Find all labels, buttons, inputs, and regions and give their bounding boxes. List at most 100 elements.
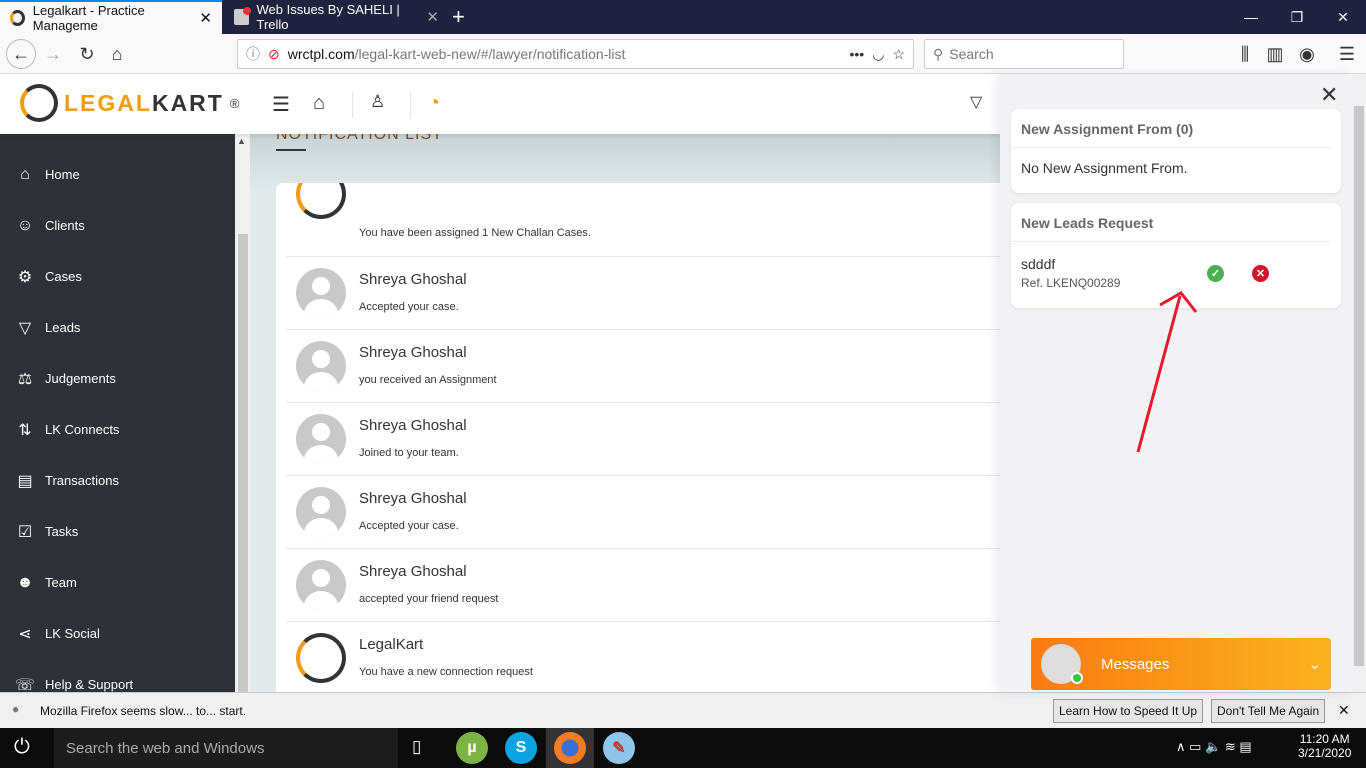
legalkart-avatar-icon bbox=[296, 183, 346, 219]
notification-sender: Shreya Ghoshal bbox=[359, 490, 467, 507]
tab-label: Legalkart - Practice Manageme bbox=[32, 3, 145, 33]
legalkart-favicon-icon bbox=[10, 10, 25, 26]
accept-lead-button[interactable]: ✓ bbox=[1207, 265, 1224, 282]
browser-search-input[interactable]: ⚲ Search bbox=[924, 39, 1124, 69]
search-icon: ⚲ bbox=[933, 45, 944, 62]
sidebar-item-leads[interactable]: ▽ Leads bbox=[0, 302, 235, 353]
learn-speed-button[interactable]: Learn How to Speed It Up bbox=[1053, 699, 1204, 723]
notification-message: You have been assigned 1 New Challan Cas… bbox=[359, 227, 591, 239]
dont-tell-again-button[interactable]: Don't Tell Me Again bbox=[1211, 699, 1326, 723]
sidebar-item-team[interactable]: ☻ Team bbox=[0, 557, 235, 608]
url-host: wrctpl.com bbox=[287, 46, 355, 62]
clock[interactable]: 11:20 AM 3/21/2020 bbox=[1298, 732, 1351, 760]
bookmark-star-icon[interactable]: ☆ bbox=[892, 46, 905, 63]
tab-legalkart[interactable]: Legalkart - Practice Manageme ✕ bbox=[0, 0, 222, 34]
sidebar-item-home[interactable]: ⌂ Home bbox=[0, 149, 235, 200]
chevron-down-icon[interactable]: ⌄ bbox=[1308, 655, 1321, 673]
sidebar-icon: ⋖ bbox=[18, 625, 32, 643]
sidebar-icon: ☻ bbox=[16, 573, 34, 591]
messages-label: Messages bbox=[1101, 655, 1170, 673]
forward-icon[interactable]: → bbox=[38, 39, 68, 69]
sidebar-item-judgements[interactable]: ⚖ Judgements bbox=[0, 353, 235, 404]
paint-icon[interactable]: ✎ bbox=[603, 732, 635, 764]
sidebar: ⌂ Home ☺ Clients ⚙ Cases ▽ Leads ⚖ Judgements ⇅ LK … bbox=[0, 134, 235, 694]
notification-panel: ✕ New Assignment From (0) No New Assignm… bbox=[1000, 74, 1352, 692]
sidebar-item-label: Judgements bbox=[45, 371, 116, 386]
sidebar-item-lk-social[interactable]: ⋖ LK Social bbox=[0, 608, 235, 659]
taskbar-search[interactable]: Search the web and Windows bbox=[54, 728, 398, 768]
sidebar-item-tasks[interactable]: ☑ Tasks bbox=[0, 506, 235, 557]
notification-item[interactable]: Shreya Ghoshal Joined to your team. bbox=[286, 403, 1000, 476]
sidebar-scrollbar[interactable]: ▲ bbox=[235, 134, 250, 692]
sidebar-icon: ⇅ bbox=[18, 421, 32, 439]
hamburger-icon[interactable]: ☰ bbox=[272, 92, 290, 117]
leads-title: New Leads Request bbox=[1011, 203, 1331, 242]
reload-icon[interactable]: ↻ bbox=[72, 39, 102, 69]
clients-icon[interactable]: ♙ bbox=[370, 92, 385, 112]
menu-icon[interactable]: ☰ bbox=[1332, 39, 1362, 69]
notification-item[interactable]: You have been assigned 1 New Challan Cas… bbox=[286, 183, 1000, 257]
window-close-icon[interactable]: ✕ bbox=[1320, 0, 1366, 34]
sidebar-icon: ⚖ bbox=[17, 370, 33, 388]
lead-ref: Ref. LKENQ00289 bbox=[1021, 276, 1121, 290]
logo-reg: ® bbox=[229, 95, 242, 111]
sidebar-icon: ⚙ bbox=[17, 268, 33, 286]
skype-icon[interactable]: S bbox=[505, 732, 537, 764]
notification-item[interactable]: Shreya Ghoshal Accepted your case. bbox=[286, 476, 1000, 549]
clock-date: 3/21/2020 bbox=[1298, 746, 1352, 760]
insecure-lock-icon: ⊘ bbox=[268, 45, 280, 62]
sidebar-item-transactions[interactable]: ▤ Transactions bbox=[0, 455, 235, 506]
page-actions-icon[interactable]: ••• bbox=[850, 46, 865, 62]
restore-icon[interactable]: ❐ bbox=[1274, 0, 1320, 34]
tray-icons[interactable]: ∧ ▭ 🔈 ≋ ▤ bbox=[1176, 739, 1252, 755]
sidebar-item-label: Clients bbox=[45, 218, 85, 233]
tab-close-icon[interactable]: ✕ bbox=[199, 9, 212, 27]
task-view-icon[interactable]: ▯ bbox=[412, 737, 421, 757]
avatar bbox=[296, 414, 346, 464]
sidebar-item-label: Help & Support bbox=[45, 677, 134, 692]
new-tab-button[interactable]: + bbox=[452, 4, 465, 30]
sidebar-icon: ☑ bbox=[17, 523, 33, 541]
notification-item[interactable]: Shreya Ghoshal accepted your friend reque… bbox=[286, 549, 1000, 622]
back-icon[interactable]: ← bbox=[6, 39, 36, 69]
minimize-icon[interactable]: — bbox=[1228, 0, 1274, 34]
account-icon[interactable]: ◉ bbox=[1292, 39, 1322, 69]
page-scrollbar[interactable] bbox=[1352, 74, 1366, 692]
info-icon[interactable]: ⓘ bbox=[246, 44, 260, 64]
sidebar-toggle-icon[interactable]: ▥ bbox=[1260, 39, 1290, 69]
avatar bbox=[296, 268, 346, 318]
messages-bar[interactable]: Messages ⌄ bbox=[1031, 638, 1331, 690]
firefox-icon[interactable] bbox=[554, 732, 586, 764]
tab-close-icon[interactable]: ✕ bbox=[426, 8, 439, 26]
utorrent-icon[interactable]: µ bbox=[456, 732, 488, 764]
notice-close-icon[interactable]: ✕ bbox=[1338, 702, 1350, 719]
library-icon[interactable]: ⫼ bbox=[1230, 39, 1260, 69]
taskbar-search-text: Search the web and Windows bbox=[66, 739, 265, 757]
nav-toolbar: ← → ↻ ⌂ ⓘ ⊘ wrctpl.com/legal-kart-web-ne… bbox=[0, 34, 1366, 74]
notification-item[interactable]: Shreya Ghoshal you received an Assignment bbox=[286, 330, 1000, 403]
sidebar-item-cases[interactable]: ⚙ Cases bbox=[0, 251, 235, 302]
legalkart-logo[interactable]: LEGAL KART ® bbox=[20, 84, 241, 122]
leads-funnel-icon[interactable]: ▽ bbox=[970, 92, 982, 112]
panel-close-icon[interactable]: ✕ bbox=[1320, 82, 1338, 108]
sidebar-item-label: Transactions bbox=[45, 473, 119, 488]
logo-mark-icon bbox=[20, 84, 58, 122]
notification-sender: Shreya Ghoshal bbox=[359, 563, 467, 580]
sidebar-item-lk-connects[interactable]: ⇅ LK Connects bbox=[0, 404, 235, 455]
tab-trello[interactable]: Web Issues By SAHELI | Trello ✕ bbox=[224, 0, 449, 34]
pocket-icon[interactable]: ◡ bbox=[872, 46, 884, 63]
avatar bbox=[296, 487, 346, 537]
home-icon[interactable]: ⌂ bbox=[313, 92, 325, 115]
title-underline bbox=[276, 149, 306, 151]
reject-lead-button[interactable]: ✕ bbox=[1252, 265, 1269, 282]
notification-item[interactable]: LegalKart You have a new connection reque… bbox=[286, 622, 1000, 695]
home-icon[interactable]: ⌂ bbox=[102, 39, 132, 69]
notification-message: You have a new connection request bbox=[359, 666, 533, 678]
tab-strip: Legalkart - Practice Manageme ✕ Web Issu… bbox=[0, 0, 1366, 34]
notification-item[interactable]: Shreya Ghoshal Accepted your case. bbox=[286, 257, 1000, 330]
sidebar-item-clients[interactable]: ☺ Clients bbox=[0, 200, 235, 251]
url-bar[interactable]: ⓘ ⊘ wrctpl.com/legal-kart-web-new/#/lawy… bbox=[237, 39, 914, 69]
sidebar-item-label: LK Social bbox=[45, 626, 100, 641]
rss-feed-icon[interactable]: ◔ bbox=[428, 92, 440, 115]
start-power-icon[interactable]: ⏻ bbox=[14, 736, 30, 759]
